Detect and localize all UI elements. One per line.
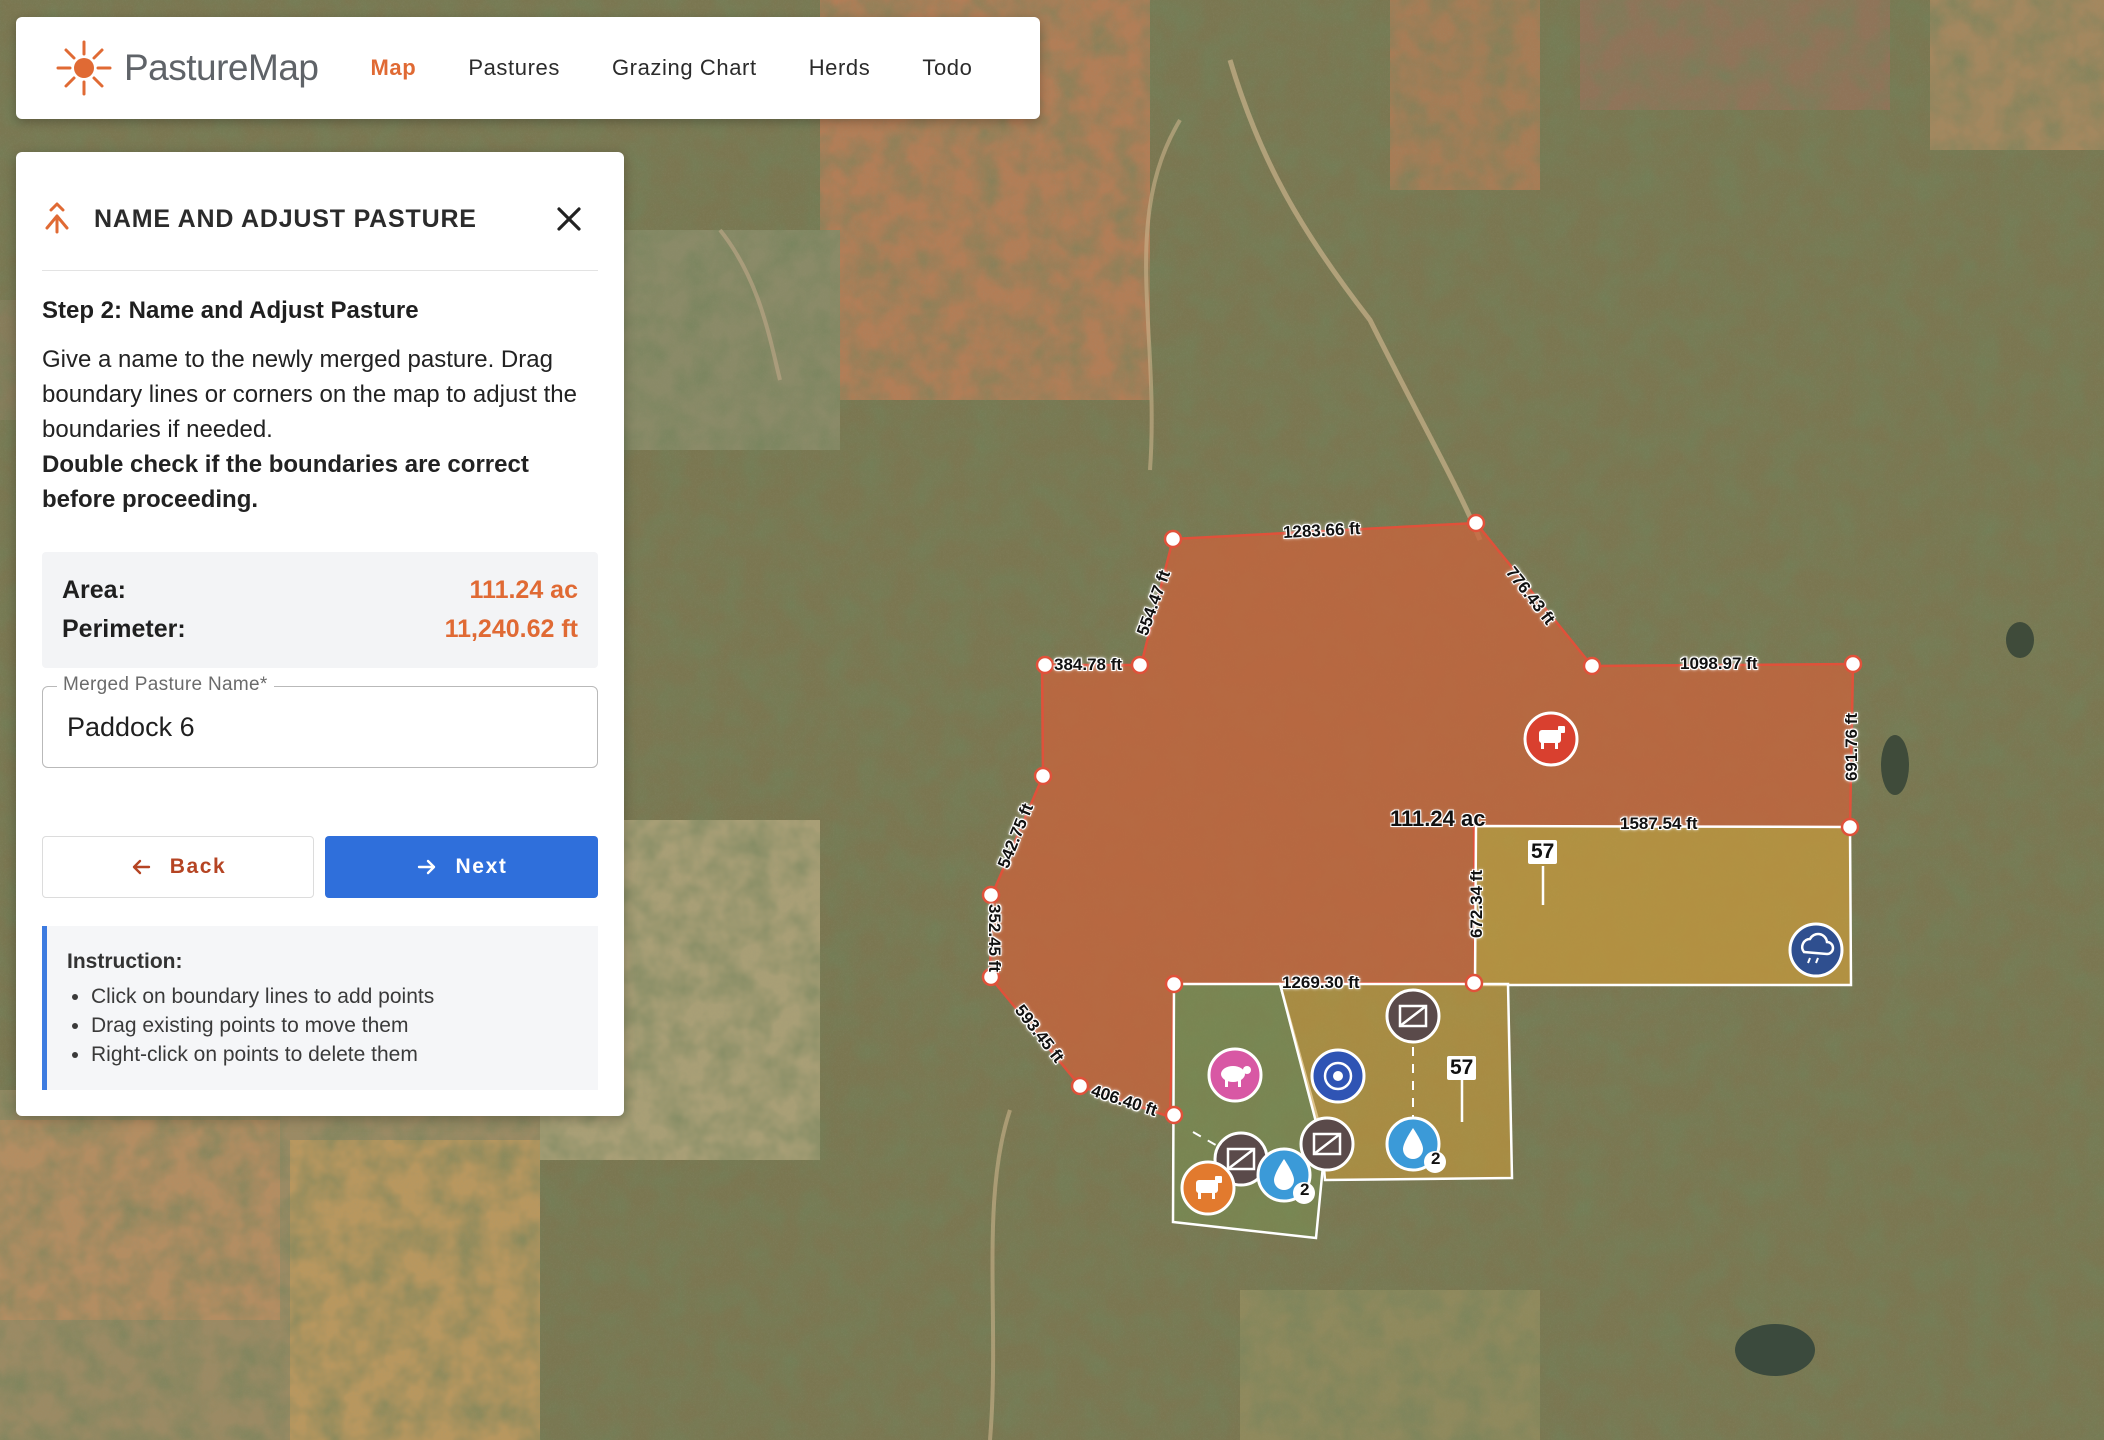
cloud-rain-icon[interactable] — [1788, 922, 1844, 978]
nav-pastures[interactable]: Pastures — [468, 55, 560, 81]
vertex — [1164, 974, 1184, 994]
vertex — [1035, 655, 1055, 675]
cow-icon[interactable] — [1180, 1160, 1236, 1216]
gate-icon[interactable] — [1385, 988, 1441, 1044]
edge-length-bottom-inner: 1269.30 ft — [1282, 973, 1360, 992]
merge-icon — [45, 202, 69, 234]
arrow-right-icon — [417, 859, 435, 875]
brand-logo[interactable]: PastureMap — [52, 36, 319, 100]
step-description: Give a name to the newly merged pasture.… — [42, 342, 607, 517]
vertex — [1163, 529, 1183, 549]
vertex — [1840, 817, 1860, 837]
instruction-item: Click on boundary lines to add points — [91, 982, 598, 1011]
vertex — [1033, 766, 1053, 786]
area-value: 111.24 ac — [469, 576, 578, 604]
edge-length-top: 1283.66 ft — [1282, 518, 1361, 543]
divider — [42, 270, 598, 271]
top-navbar: PastureMap Map Pastures Grazing Chart He… — [16, 17, 1040, 119]
badge-count: 2 — [1431, 1149, 1441, 1168]
arrow-left-icon — [132, 859, 150, 875]
badge-count: 2 — [1300, 1180, 1310, 1199]
pasture-count-tag: 57 — [1528, 840, 1558, 864]
edge-length-right-side: 691.76 ft — [1842, 712, 1862, 782]
description-text: Give a name to the newly merged pasture.… — [42, 346, 577, 443]
pasture-count-tag: 57 — [1447, 1056, 1477, 1080]
edge-length-inner-vertical: 672.34 ft — [1467, 869, 1487, 939]
vertex — [1466, 513, 1486, 533]
sun-logo-icon — [56, 40, 112, 96]
next-button[interactable]: Next — [325, 836, 598, 898]
nav-map[interactable]: Map — [371, 55, 417, 81]
nav-todo[interactable]: Todo — [922, 55, 972, 81]
close-icon[interactable] — [552, 202, 586, 236]
instruction-box: Instruction: Click on boundary lines to … — [42, 926, 598, 1090]
vertex — [1464, 973, 1484, 993]
instruction-item: Drag existing points to move them — [91, 1011, 598, 1040]
gate-icon[interactable] — [1299, 1116, 1355, 1172]
panel-header: NAME AND ADJUST PASTURE — [42, 192, 602, 246]
merged-pasture-name-field: Merged Pasture Name* — [42, 674, 598, 768]
vertex — [1164, 1105, 1184, 1125]
name-adjust-pasture-panel: NAME AND ADJUST PASTURE Step 2: Name and… — [16, 152, 624, 1116]
step-title: Step 2: Name and Adjust Pasture — [42, 297, 419, 324]
panel-title: NAME AND ADJUST PASTURE — [94, 204, 477, 233]
nav-grazing-chart[interactable]: Grazing Chart — [612, 55, 757, 81]
back-button[interactable]: Back — [42, 836, 314, 898]
area-label: Area: — [62, 576, 126, 604]
edge-length-left-lower: 352.45 ft — [985, 903, 1005, 973]
edge-length-left-notch-horizontal: 384.78 ft — [1054, 655, 1123, 674]
sheep-icon[interactable] — [1207, 1047, 1263, 1103]
brand-name: PastureMap — [124, 47, 319, 88]
warning-text: Double check if the boundaries are corre… — [42, 451, 529, 513]
cow-icon[interactable] — [1523, 711, 1579, 767]
area-row: Area: 111.24 ac — [62, 576, 578, 605]
perimeter-label: Perimeter: — [62, 615, 186, 643]
pasture-stats: Area: 111.24 ac Perimeter: 11,240.62 ft — [42, 552, 598, 668]
merged-area-label: 111.24 ac — [1390, 806, 1486, 831]
vertex — [1070, 1076, 1090, 1096]
vertex — [1843, 654, 1863, 674]
perimeter-value: 11,240.62 ft — [444, 615, 578, 643]
nav-herds[interactable]: Herds — [809, 55, 871, 81]
instruction-list: Click on boundary lines to add points Dr… — [67, 982, 598, 1069]
back-label: Back — [169, 855, 227, 878]
vertex — [1582, 656, 1602, 676]
vertex — [1130, 655, 1150, 675]
next-label: Next — [455, 855, 508, 878]
pasture-name-input[interactable] — [43, 687, 597, 767]
instruction-title: Instruction: — [67, 950, 183, 973]
target-icon[interactable] — [1310, 1048, 1366, 1104]
vertex — [981, 885, 1001, 905]
edge-length-right-top: 1098.97 ft — [1680, 654, 1758, 673]
edge-length-inner-horizontal: 1587.54 ft — [1620, 814, 1698, 833]
perimeter-row: Perimeter: 11,240.62 ft — [62, 615, 578, 644]
instruction-item: Right-click on points to delete them — [91, 1040, 598, 1069]
pasture-name-label: Merged Pasture Name* — [57, 674, 274, 696]
